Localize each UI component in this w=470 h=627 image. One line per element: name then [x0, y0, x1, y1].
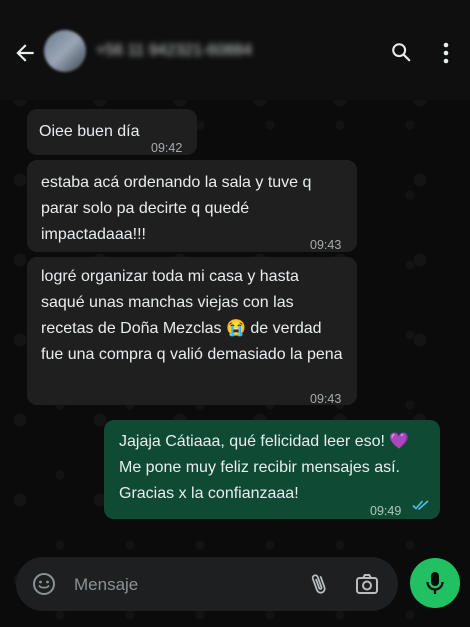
- message-text: Jajaja Cátiaaa, qué felicidad leer eso! …: [119, 433, 410, 502]
- outgoing-message[interactable]: Jajaja Cátiaaa, qué felicidad leer eso! …: [104, 420, 440, 519]
- mic-icon: [426, 572, 444, 594]
- message-time: 09:42: [151, 141, 183, 155]
- attach-icon[interactable]: [308, 571, 330, 597]
- more-vertical-icon[interactable]: [438, 42, 454, 64]
- message-time: 09:43: [310, 392, 342, 406]
- message-time: 09:49: [370, 504, 402, 518]
- avatar[interactable]: [44, 30, 86, 72]
- message-composer: [16, 557, 398, 613]
- double-check-icon: [412, 500, 429, 511]
- incoming-message[interactable]: estaba acá ordenando la sala y tuve q pa…: [27, 160, 357, 252]
- contact-name[interactable]: +56 11 942321-60884: [96, 42, 252, 60]
- incoming-message[interactable]: Oiee buen día 09:42: [27, 109, 197, 155]
- message-time: 09:43: [310, 238, 342, 252]
- chat-header: +56 11 942321-60884: [0, 0, 470, 100]
- message-text: estaba acá ordenando la sala y tuve q pa…: [41, 174, 312, 243]
- emoji-icon[interactable]: [32, 572, 56, 596]
- back-arrow-icon[interactable]: [12, 40, 38, 66]
- incoming-message[interactable]: logré organizar toda mi casa y hasta saq…: [27, 257, 357, 406]
- message-text: Oiee buen día: [39, 123, 140, 140]
- message-input[interactable]: [72, 557, 296, 613]
- message-text: logré organizar toda mi casa y hasta saq…: [41, 268, 343, 363]
- search-icon[interactable]: [390, 41, 412, 63]
- mic-button[interactable]: [410, 558, 460, 608]
- camera-icon[interactable]: [354, 571, 380, 597]
